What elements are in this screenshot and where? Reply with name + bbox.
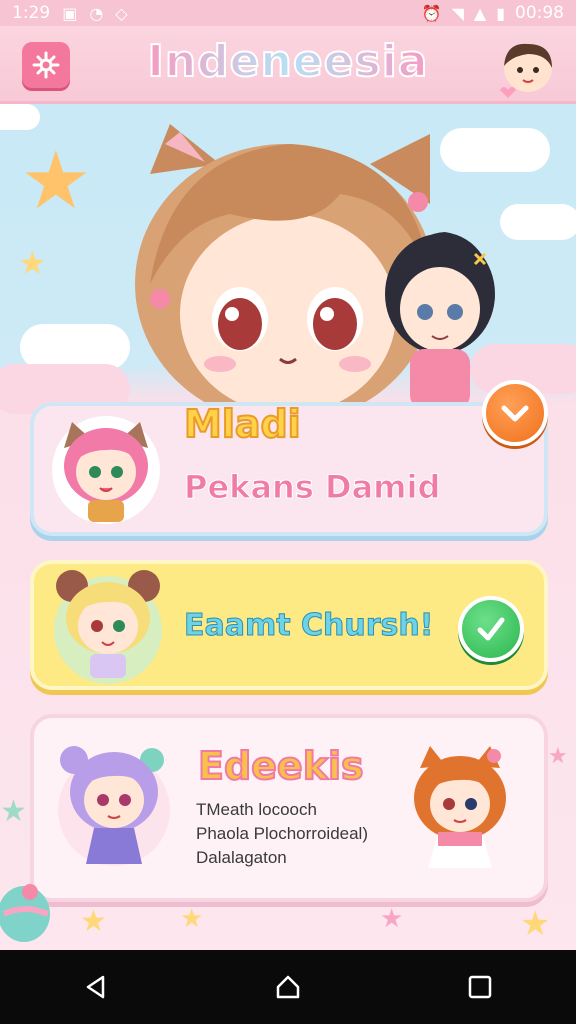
home-button[interactable] (258, 957, 318, 1017)
balloon-decoration (0, 884, 50, 942)
back-triangle-icon (86, 975, 105, 999)
star-decoration: ★ (18, 244, 47, 282)
star-decoration: ★ (548, 744, 568, 769)
battery-icon: ▮ (496, 3, 505, 23)
recents-button[interactable] (450, 957, 510, 1017)
edeekis-avatar (58, 746, 170, 866)
recents-square-icon (468, 975, 492, 999)
status-clock: 00:98 (515, 3, 564, 23)
description-line: Phaola Plochorroideal) (196, 824, 368, 843)
edeekis-name: Edeekis (197, 743, 365, 789)
chevron-down-button[interactable] (482, 380, 548, 446)
character-card-eaamt[interactable]: Eaamt Chursh! (30, 560, 548, 690)
star-decoration: ★ (80, 904, 107, 939)
mladi-name: Mladi (183, 401, 302, 447)
alarm-icon: ⏰ (421, 3, 442, 23)
status-time: 1:29 (12, 3, 51, 23)
check-button[interactable] (458, 596, 524, 662)
back-button[interactable] (66, 957, 126, 1017)
o-icon: ◔ (89, 3, 104, 23)
signal-icon: ▲ (473, 3, 487, 23)
cloud (0, 104, 40, 130)
eaamt-name: Eaamt Chursh! (183, 608, 434, 644)
star-decoration: ★ (0, 794, 27, 829)
check-icon (477, 617, 505, 641)
description-line: Dalalagaton (196, 848, 287, 867)
orange-hair-girl-avatar (414, 746, 506, 868)
character-card-mladi[interactable]: Mladi Pekans Damid (30, 380, 548, 536)
chevron-down-icon (501, 405, 529, 422)
profile-avatar[interactable] (498, 38, 558, 98)
app-title: Indeneesia (0, 35, 576, 88)
status-bar: 1:29 ▣ ◔ ◇ ⏰ ◥ ▲ ▮ 00:98 (0, 0, 576, 26)
star-decoration: ★ (180, 904, 204, 934)
wifi-icon: ◥ (451, 3, 464, 23)
star-decoration: ★ (520, 904, 551, 944)
shield-icon: ◇ (115, 3, 128, 23)
description-line: TMeath locooch (196, 800, 317, 819)
notification-icon: ▣ (62, 3, 78, 23)
system-nav-bar (0, 950, 576, 1024)
home-icon (276, 975, 300, 999)
game-scene: ★ ★ ★ ★ ★ ★ ★ ★ Mladi Pekans Damid Eaamt… (0, 104, 576, 950)
hero-characters (135, 124, 495, 414)
app-header: Indeneesia (0, 26, 576, 104)
edeekis-description: TMeath locooch Phaola Plochorroideal) Da… (196, 798, 368, 870)
eaamt-avatar (54, 570, 162, 684)
character-card-edeekis[interactable]: Edeekis TMeath locooch Phaola Plochorroi… (30, 714, 548, 902)
star-decoration: ★ (20, 134, 92, 227)
mladi-subtitle: Pekans Damid (183, 468, 441, 507)
star-decoration: ★ (380, 904, 404, 934)
mladi-avatar (52, 416, 160, 524)
